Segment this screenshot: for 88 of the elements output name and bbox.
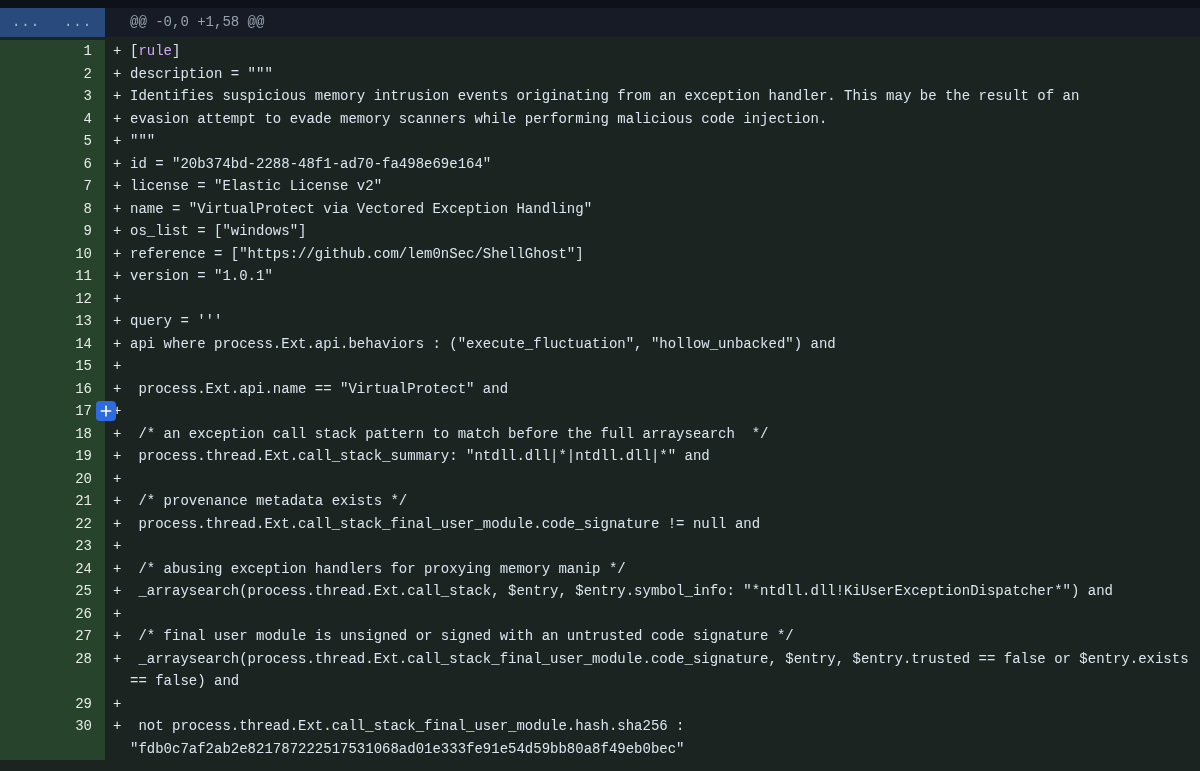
added-line-sign: + [113, 604, 123, 624]
code-line: process.thread.Ext.call_stack_summary: "ntdll.dll|*|ntdll.dll|*" and [137, 447, 710, 466]
code-line: name = "VirtualProtect via Vectored Exception Handling" [130, 199, 593, 219]
line-number: 7 [83, 177, 92, 196]
code-line: """ [130, 132, 156, 151]
added-line-sign: + [113, 424, 123, 444]
code-line: /* provenance metadata exists */ [137, 492, 408, 511]
line-number: 11 [75, 267, 92, 286]
added-line-sign: + [113, 312, 123, 331]
added-line-sign: + [113, 199, 123, 219]
line-number: 22 [75, 514, 92, 534]
line-number: 1 [83, 42, 92, 61]
added-line-sign: + [113, 649, 123, 669]
line-number: 6 [83, 154, 92, 174]
line-number: 24 [75, 559, 92, 579]
added-line-sign: + [113, 717, 123, 736]
code-line: _arraysearch(process.thread.Ext.call_stack, $entry, $entry.symbol_info: "*ntdll.dll!KiUserExceptionDispatcher*") and [137, 582, 1113, 601]
code-line: /* final user module is unsigned or signed with an untrusted code signature */ [137, 627, 794, 646]
code-line: process.Ext.api.name == "VirtualProtect" and [137, 379, 509, 399]
line-number: 20 [75, 469, 92, 489]
added-line-sign: + [113, 87, 123, 106]
code-line: /* an exception call stack pattern to match before the full arraysearch */ [137, 424, 769, 444]
hunk-range: @@ -0,0 +1,58 @@ [130, 13, 265, 32]
line-number: 21 [75, 492, 92, 511]
added-line-sign: + [113, 64, 123, 84]
code-line: reference = ["https://github.com/lem0nSec/ShellGhost"] [130, 244, 584, 264]
added-line-sign: + [113, 582, 123, 601]
line-number: 13 [75, 312, 92, 331]
code-line: evasion attempt to evade memory scanners while performing malicious code injection. [130, 109, 828, 129]
code-line: query = ''' [130, 312, 223, 331]
code-line: description = """ [130, 64, 273, 84]
expand-marker[interactable]: ... [52, 8, 104, 37]
line-number: 18 [75, 424, 92, 444]
code-line: os_list = ["windows"] [130, 222, 307, 241]
added-line-sign: + [113, 132, 123, 151]
code-line: _arraysearch(process.thread.Ext.call_stack_final_user_module.code_signature, $entry, $entry.trusted == false or $entry.exists [137, 649, 1189, 669]
code-line: api where process.Ext.api.behaviors : ("execute_fluctuation", "hollow_unbacked") and [130, 334, 836, 354]
line-number: 10 [75, 244, 92, 264]
code-line: license = "Elastic License v2" [130, 177, 383, 196]
line-number: 26 [75, 604, 92, 624]
added-line-sign: + [113, 289, 123, 309]
code-line-continuation: "fdb0c7af2ab2e821787222517531068ad01e333fe91e54d59bb80a8f49eb0bec" [130, 739, 686, 759]
line-number: 19 [75, 447, 92, 466]
added-line-sign: + [113, 177, 123, 196]
code-line: process.thread.Ext.call_stack_final_user_module.code_signature != null and [137, 514, 761, 534]
added-line-sign: + [113, 447, 123, 466]
add-comment-button[interactable] [96, 401, 116, 421]
added-line-sign: + [113, 559, 123, 579]
code-line: version = "1.0.1" [130, 267, 273, 286]
line-number: 4 [83, 109, 92, 129]
line-number: 12 [75, 289, 92, 309]
added-line-sign: + [113, 267, 123, 286]
line-number: 14 [75, 334, 92, 354]
line-number: 16 [75, 379, 92, 399]
line-number: 23 [75, 537, 92, 556]
line-number: 2 [83, 64, 92, 84]
added-line-sign: + [113, 357, 123, 376]
line-number: 28 [75, 649, 92, 669]
code-line: Identifies suspicious memory intrusion events originating from an exception handler. This may be the result of an [130, 87, 1080, 106]
added-line-sign: + [113, 514, 123, 534]
line-number: 27 [75, 627, 92, 646]
added-line-sign: + [113, 222, 123, 241]
added-line-sign: + [113, 42, 123, 61]
added-line-sign: + [113, 109, 123, 129]
line-number: 3 [83, 87, 92, 106]
added-line-sign: + [113, 334, 123, 354]
line-number: 25 [75, 582, 92, 601]
code-line: id = "20b374bd-2288-48f1-ad70-fa498e69e164" [130, 154, 492, 174]
added-line-sign: + [113, 694, 123, 714]
line-number: 17 [75, 402, 92, 421]
added-line-sign: + [113, 492, 123, 511]
code-line: not process.thread.Ext.call_stack_final_user_module.hash.sha256 : [137, 717, 685, 736]
added-line-sign: + [113, 537, 123, 556]
line-number: 29 [75, 694, 92, 714]
expand-marker[interactable]: ... [0, 8, 52, 37]
added-line-sign: + [113, 154, 123, 174]
added-line-sign: + [113, 469, 123, 489]
code-line: [rule] [130, 42, 181, 61]
code-line-continuation: == false) and [130, 672, 241, 691]
added-line-sign: + [113, 379, 123, 399]
line-number: 15 [75, 357, 92, 376]
line-number: 30 [75, 717, 92, 736]
line-number: 9 [83, 222, 92, 241]
line-number: 8 [83, 199, 92, 219]
added-line-sign: + [113, 244, 123, 264]
code-line: /* abusing exception handlers for proxying memory manip */ [137, 559, 626, 579]
added-line-sign: + [113, 627, 123, 646]
line-number: 5 [83, 132, 92, 151]
